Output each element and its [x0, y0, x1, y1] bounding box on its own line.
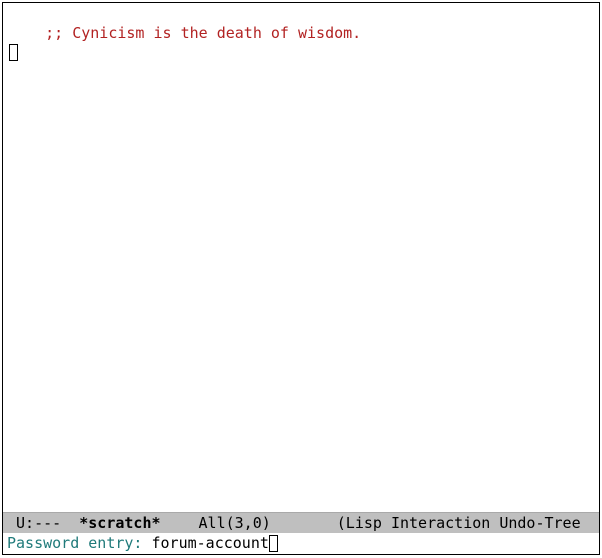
- minibuffer[interactable]: Password entry: forum-account: [3, 533, 599, 554]
- mode-line-position: All: [199, 514, 226, 532]
- mode-line-buffer-name[interactable]: *scratch*: [79, 514, 160, 532]
- mode-line-spacer-2: [271, 514, 337, 532]
- mode-line-status: U:---: [7, 514, 79, 532]
- scratch-buffer[interactable]: ;; Cynicism is the death of wisdom.: [3, 3, 599, 512]
- emacs-frame: ;; Cynicism is the death of wisdom. U:--…: [2, 2, 600, 555]
- mode-line[interactable]: U:--- *scratch* All (3,0) (Lisp Interactio…: [3, 512, 599, 533]
- minibuffer-prompt: Password entry:: [7, 534, 152, 552]
- minibuffer-cursor: [269, 535, 278, 552]
- mode-line-coords: (3,0): [226, 514, 271, 532]
- minibuffer-input[interactable]: forum-account: [152, 534, 269, 552]
- mode-line-spacer: [161, 514, 199, 532]
- mode-line-modes[interactable]: (Lisp Interaction Undo-Tree: [337, 514, 581, 532]
- point-cursor: [9, 44, 18, 61]
- buffer-comment-line: ;; Cynicism is the death of wisdom.: [45, 24, 361, 42]
